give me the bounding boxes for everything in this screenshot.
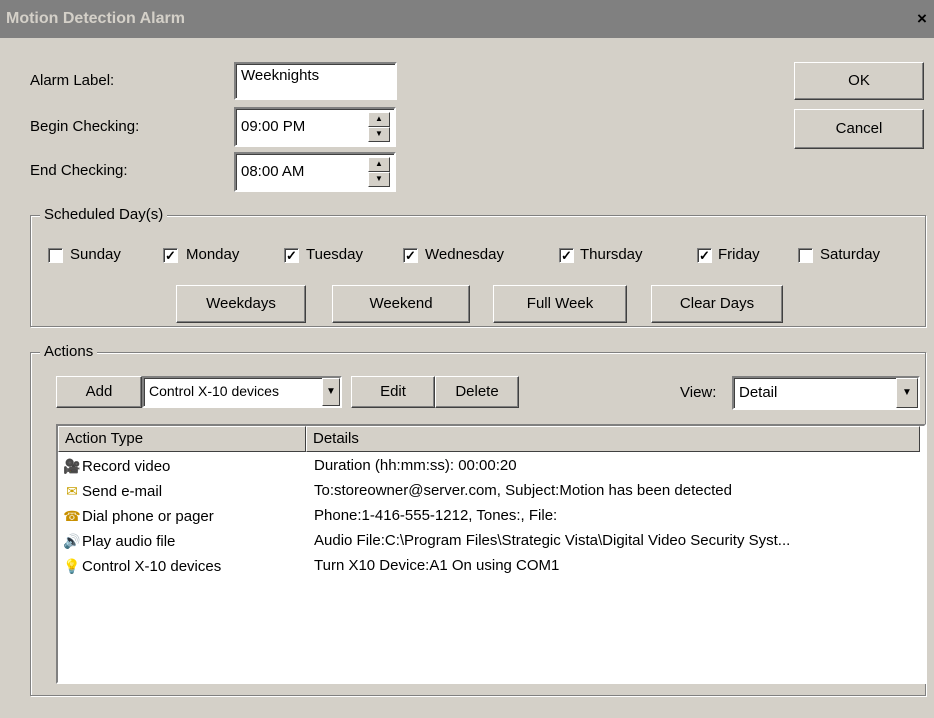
close-icon[interactable]: ×	[910, 8, 934, 30]
video-camera-icon: 🎥	[63, 458, 81, 474]
envelope-icon: ✉	[66, 483, 78, 499]
checkbox-wednesday[interactable]: ✓	[403, 248, 418, 263]
phone-icon: ☎	[63, 508, 81, 524]
checkbox-sunday[interactable]	[48, 248, 63, 263]
action-type-dropdown-arrow-icon[interactable]: ▼	[322, 378, 340, 406]
ok-button[interactable]: OK	[794, 62, 924, 100]
end-time-spin-down[interactable]: ▼	[368, 172, 390, 187]
table-row-type[interactable]: 🎥Record video	[62, 454, 304, 479]
table-row-type[interactable]: 🔊Play audio file	[62, 529, 304, 554]
table-row-type[interactable]: ☎Dial phone or pager	[62, 504, 304, 529]
checkbox-tuesday[interactable]: ✓	[284, 248, 299, 263]
end-checking-label: End Checking:	[30, 162, 128, 179]
table-row-type[interactable]: 💡Control X-10 devices	[62, 554, 304, 579]
view-label: View:	[680, 384, 717, 401]
table-row-details[interactable]: Audio File:C:\Program Files\Strategic Vi…	[314, 529, 920, 553]
checkbox-label-monday[interactable]: Monday	[186, 245, 239, 265]
checkbox-label-tuesday[interactable]: Tuesday	[306, 245, 363, 265]
checkbox-label-friday[interactable]: Friday	[718, 245, 760, 265]
begin-checking-label: Begin Checking:	[30, 118, 140, 135]
table-row-type[interactable]: ✉ Send e-mail	[62, 479, 304, 504]
end-time-spin-up[interactable]: ▲	[368, 157, 390, 172]
actions-title: Actions	[40, 342, 98, 362]
light-bulb-icon: 💡	[63, 558, 81, 574]
checkbox-saturday[interactable]	[798, 248, 813, 263]
column-header-details[interactable]: Details	[306, 426, 920, 452]
speaker-icon: 🔊	[63, 533, 81, 549]
table-row-details[interactable]: Phone:1-416-555-1212, Tones:, File:	[314, 504, 920, 528]
checkbox-label-thursday[interactable]: Thursday	[580, 245, 643, 265]
alarm-label-label: Alarm Label:	[30, 72, 115, 89]
checkbox-label-sunday[interactable]: Sunday	[70, 245, 121, 265]
action-type-text: Dial phone or pager	[82, 508, 214, 525]
add-button[interactable]: Add	[56, 376, 142, 408]
full-week-button[interactable]: Full Week	[493, 285, 627, 323]
column-header-action-type[interactable]: Action Type	[58, 426, 306, 452]
weekdays-button[interactable]: Weekdays	[176, 285, 306, 323]
weekend-button[interactable]: Weekend	[332, 285, 470, 323]
actions-list[interactable]: Action Type Details 🎥Record video Duratio…	[56, 424, 926, 684]
edit-button[interactable]: Edit	[351, 376, 435, 408]
delete-button[interactable]: Delete	[435, 376, 519, 408]
view-dropdown-arrow-icon[interactable]: ▼	[896, 378, 918, 408]
checkbox-label-wednesday[interactable]: Wednesday	[425, 245, 504, 265]
scheduled-days-title: Scheduled Day(s)	[40, 205, 168, 225]
table-row-details[interactable]: Duration (hh:mm:ss): 00:00:20	[314, 454, 920, 478]
alarm-label-input[interactable]: Weeknights	[234, 62, 397, 100]
begin-time-spin-up[interactable]: ▲	[368, 112, 390, 127]
checkbox-friday[interactable]: ✓	[697, 248, 712, 263]
action-type-text: Play audio file	[82, 533, 176, 550]
table-row-details[interactable]: Turn X10 Device:A1 On using COM1	[314, 554, 920, 578]
cancel-button[interactable]: Cancel	[794, 109, 924, 149]
action-type-text: Send e-mail	[82, 483, 163, 500]
action-type-select[interactable]: Control X-10 devices	[142, 376, 342, 408]
scheduled-days-group	[30, 215, 926, 327]
action-type-text: Record video	[82, 458, 171, 475]
checkbox-thursday[interactable]: ✓	[559, 248, 574, 263]
view-select[interactable]: Detail	[732, 376, 920, 410]
title-bar: Motion Detection Alarm	[0, 0, 934, 38]
window-title: Motion Detection Alarm	[6, 10, 185, 27]
checkbox-label-saturday[interactable]: Saturday	[820, 245, 880, 265]
checkbox-monday[interactable]: ✓	[163, 248, 178, 263]
action-type-text: Control X-10 devices	[82, 558, 222, 575]
begin-time-spin-down[interactable]: ▼	[368, 127, 390, 142]
clear-days-button[interactable]: Clear Days	[651, 285, 783, 323]
table-row-details[interactable]: To:storeowner@server.com, Subject:Motion…	[314, 479, 920, 503]
